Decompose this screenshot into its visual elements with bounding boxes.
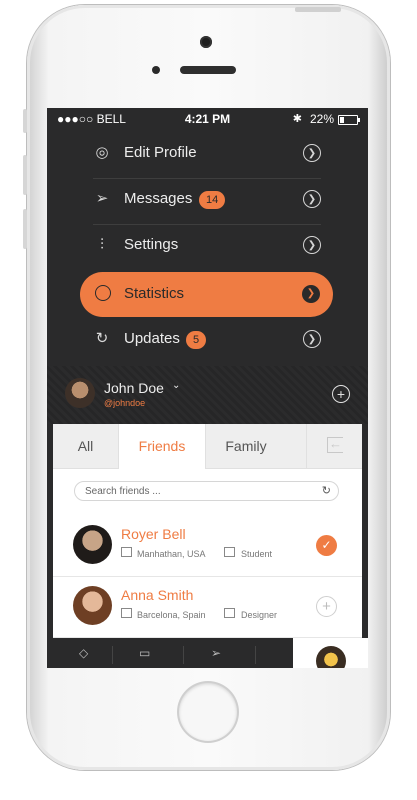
briefcase-icon	[224, 547, 235, 557]
avatar	[73, 586, 112, 625]
tag-icon[interactable]: ◇	[79, 646, 88, 660]
friend-role: Designer	[241, 610, 278, 620]
friend-location: Manhathan, USA	[137, 549, 206, 559]
screen: ●●●○○ BELL 4:21 PM ✱ 22% ◎ Edit Profile …	[47, 108, 368, 668]
chevron-right-icon: ❯	[303, 190, 321, 208]
add-friend-icon[interactable]: +	[316, 596, 337, 617]
paper-plane-icon[interactable]: ➢	[211, 646, 221, 660]
menu-item-messages[interactable]: ➢ Messages 14 ❯	[93, 178, 321, 225]
home-button[interactable]	[179, 683, 237, 741]
sliders-icon: ⫶	[100, 236, 104, 253]
friend-role: Student	[241, 549, 273, 559]
status-bar: ●●●○○ BELL 4:21 PM ✱ 22%	[47, 108, 368, 130]
menu-item-edit-profile[interactable]: ◎ Edit Profile ❯	[93, 132, 321, 179]
menu-item-statistics[interactable]: Statistics ❯	[80, 272, 333, 317]
pie-chart-icon	[95, 285, 111, 301]
power-button	[295, 7, 341, 12]
mute-switch	[23, 109, 27, 133]
refresh-icon[interactable]: ↻	[322, 484, 331, 497]
divider	[255, 646, 256, 664]
bluetooth-icon: ✱	[292, 113, 302, 125]
friend-name: Anna Smith	[121, 587, 194, 603]
map-icon	[121, 608, 132, 618]
bottom-toolbar: ◇ ▭ ➢	[47, 638, 368, 668]
avatar	[73, 525, 112, 564]
tab-bar: All Friends Family ←	[53, 424, 362, 469]
list-item[interactable]: Anna Smith Barcelona, Spain Designer +	[53, 577, 362, 638]
messages-badge: 14	[199, 191, 226, 209]
friend-name: Royer Bell	[121, 526, 186, 542]
chevron-down-icon[interactable]: ⌄	[172, 380, 180, 391]
user-icon: ◎	[95, 144, 109, 161]
check-icon[interactable]: ✓	[316, 535, 337, 556]
search-input[interactable]	[85, 484, 305, 498]
menu-item-settings[interactable]: ⫶ Settings ❯	[93, 224, 321, 270]
user-switcher[interactable]: John Doe ⌄ @johndoe +	[47, 366, 368, 424]
chevron-right-icon: ❯	[303, 330, 321, 348]
friends-panel: All Friends Family ← ↻ Royer Bell Manhat…	[53, 424, 362, 646]
add-icon[interactable]: +	[332, 385, 350, 403]
earpiece-speaker	[180, 66, 236, 74]
list-item[interactable]: Royer Bell Manhathan, USA Student ✓	[53, 516, 362, 577]
menu-item-updates[interactable]: ↻ Updates 5 ❯	[93, 318, 321, 364]
paper-plane-icon: ➢	[95, 190, 109, 207]
volume-up-button	[23, 155, 27, 195]
logout-button[interactable]: ←	[306, 424, 362, 468]
battery-percent: 22%	[309, 112, 334, 126]
proximity-sensor	[152, 66, 160, 74]
refresh-icon: ↻	[95, 330, 109, 347]
tab-friends[interactable]: Friends	[118, 424, 206, 469]
profile-tile[interactable]	[293, 638, 368, 668]
map-icon	[121, 547, 132, 557]
divider	[183, 646, 184, 664]
user-name: John Doe	[104, 380, 164, 396]
volume-down-button	[23, 209, 27, 249]
divider	[112, 646, 113, 664]
front-camera	[200, 36, 212, 48]
chevron-right-icon: ❯	[303, 236, 321, 254]
menu-item-label: Statistics	[124, 285, 185, 302]
updates-badge: 5	[186, 331, 207, 349]
tab-family[interactable]: Family	[205, 424, 287, 468]
chevron-right-icon: ❯	[302, 285, 320, 303]
avatar	[316, 646, 346, 668]
friend-location: Barcelona, Spain	[137, 610, 206, 620]
briefcase-icon	[224, 608, 235, 618]
menu-item-label: Settings	[124, 236, 179, 253]
menu-item-label: Updates	[124, 330, 180, 347]
tab-all[interactable]: All	[53, 424, 118, 468]
menu-item-label: Messages	[124, 190, 193, 207]
menu-item-label: Edit Profile	[124, 144, 197, 161]
arrow-left-icon: ←	[329, 436, 342, 451]
document-icon[interactable]: ▭	[139, 646, 150, 660]
chevron-right-icon: ❯	[303, 144, 321, 162]
battery-icon	[338, 115, 360, 125]
search-box: ↻	[74, 481, 339, 501]
user-handle: @johndoe	[104, 398, 146, 408]
avatar	[65, 378, 95, 408]
